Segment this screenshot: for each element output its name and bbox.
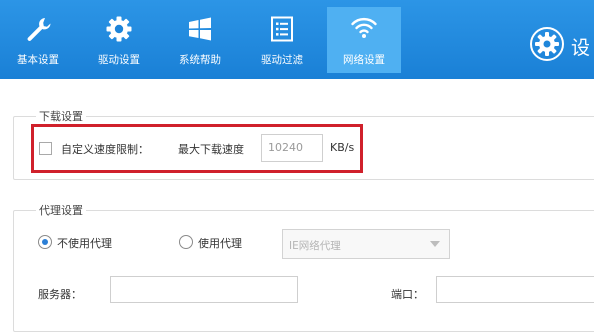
toolbar-item-label: 网络设置 xyxy=(343,54,385,66)
toolbar-item-network-settings[interactable]: 网络设置 xyxy=(327,7,401,73)
toolbar-item-label: 系统帮助 xyxy=(179,54,221,66)
toolbar-item-system-help[interactable]: 系统帮助 xyxy=(163,9,237,71)
settings-label: 设 xyxy=(571,37,591,59)
toolbar-item-label: 驱动设置 xyxy=(98,54,140,66)
wrench-icon xyxy=(27,18,51,41)
chevron-down-icon xyxy=(430,241,440,247)
list-icon xyxy=(271,16,293,42)
use-proxy-label: 使用代理 xyxy=(198,237,242,250)
toolbar-item-label: 驱动过滤 xyxy=(261,54,303,66)
proxy-type-select[interactable]: IE网络代理 xyxy=(282,229,450,259)
top-toolbar: 基本设置 驱动设置 系统帮助 驱动过滤 网络设置 设 xyxy=(0,0,594,79)
highlight-annotation-box xyxy=(31,124,363,173)
no-proxy-radio[interactable] xyxy=(38,235,52,249)
server-label: 服务器： xyxy=(38,288,82,301)
port-label: 端口： xyxy=(391,288,424,301)
wifi-icon xyxy=(351,17,377,38)
gear-icon xyxy=(106,16,132,42)
windows-logo-icon xyxy=(189,17,211,41)
proxy-settings-legend: 代理设置 xyxy=(36,202,86,218)
toolbar-item-label: 基本设置 xyxy=(17,54,59,66)
proxy-type-value: IE网络代理 xyxy=(289,240,341,252)
server-input[interactable] xyxy=(110,276,298,303)
use-proxy-radio[interactable] xyxy=(179,235,193,249)
toolbar-item-driver-settings[interactable]: 驱动设置 xyxy=(82,9,156,71)
settings-gear-icon xyxy=(530,27,564,61)
port-input[interactable] xyxy=(436,276,594,303)
toolbar-item-driver-filter[interactable]: 驱动过滤 xyxy=(245,9,319,71)
no-proxy-label: 不使用代理 xyxy=(57,237,112,250)
toolbar-item-basic-settings[interactable]: 基本设置 xyxy=(1,9,75,71)
download-settings-legend: 下载设置 xyxy=(36,108,86,124)
